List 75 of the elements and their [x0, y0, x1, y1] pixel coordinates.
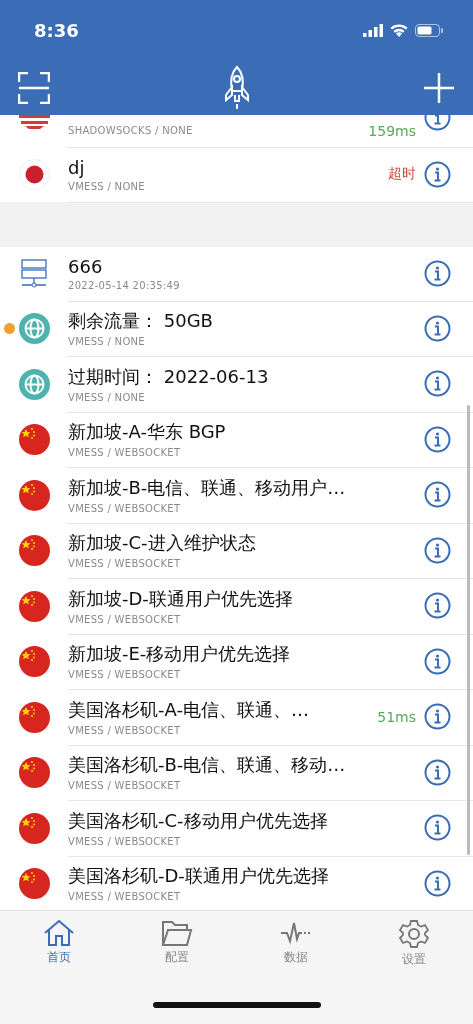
- globe-icon: [18, 368, 50, 400]
- info-icon[interactable]: [424, 260, 451, 287]
- latency-label: 159ms: [368, 122, 416, 139]
- server-protocol: VMESS / WEBSOCKET: [68, 447, 182, 459]
- info-icon[interactable]: [424, 425, 451, 453]
- tab-item[interactable]: 设置: [354, 919, 473, 968]
- status-time: 8:36: [34, 19, 79, 41]
- info-icon[interactable]: [424, 869, 451, 897]
- info-icon[interactable]: [424, 115, 451, 131]
- server-protocol: VMESS / NONE: [68, 391, 146, 403]
- info-icon[interactable]: [424, 814, 451, 842]
- server-name[interactable]: 新加坡-D-联通用户优先选择: [68, 586, 424, 611]
- signal-icon: [363, 23, 383, 37]
- battery-icon: [415, 23, 443, 37]
- flag-icon: [18, 479, 50, 511]
- tab-item[interactable]: 配置: [118, 919, 237, 968]
- info-icon[interactable]: [424, 592, 451, 620]
- server-protocol: VMESS / WEBSOCKET: [68, 669, 182, 681]
- flag-icon: [18, 159, 50, 190]
- latency-label: 超时: [388, 165, 416, 183]
- info-icon[interactable]: [424, 314, 451, 342]
- tab-item[interactable]: 数据: [236, 919, 355, 968]
- wifi-icon: [390, 23, 408, 37]
- info-icon[interactable]: [424, 536, 451, 564]
- flag-icon: [18, 757, 50, 789]
- folder-icon: [161, 919, 194, 947]
- flag-icon: [18, 701, 50, 733]
- server-name[interactable]: 美国洛杉矶-D-联通用户优先选择: [68, 864, 424, 889]
- server-name[interactable]: 美国洛杉矶-A-电信、联通、…: [68, 697, 378, 722]
- server-name[interactable]: 美国洛杉矶-B-电信、联通、移动…: [68, 753, 424, 778]
- server-protocol: VMESS / WEBSOCKET: [68, 502, 182, 514]
- server-protocol: VMESS / WEBSOCKET: [68, 891, 182, 903]
- flag-icon: [18, 812, 50, 844]
- flag-icon: [18, 424, 50, 456]
- server-name[interactable]: 新加坡-A-华东 BGP: [68, 420, 424, 445]
- server-protocol: VMESS / WEBSOCKET: [68, 780, 182, 792]
- scan-icon[interactable]: [18, 71, 50, 104]
- info-icon[interactable]: [424, 647, 451, 675]
- server-protocol: VMESS / NONE: [68, 180, 146, 192]
- add-icon[interactable]: [423, 71, 455, 104]
- home-icon: [43, 919, 76, 947]
- subscription-date: 2022-05-14 20:35:49: [68, 280, 181, 291]
- server-protocol: VMESS / WEBSOCKET: [68, 835, 182, 847]
- server-protocol: VMESS / NONE: [68, 336, 146, 348]
- server-protocol: SHADOWSOCKS / NONE: [68, 125, 194, 136]
- server-row[interactable]: 过期时间： 2022-06-13 VMESS / NONE: [0, 356, 473, 412]
- server-icon: [20, 259, 48, 289]
- flag-icon: [18, 535, 50, 567]
- flag-icon: [18, 868, 50, 900]
- globe-icon: [18, 313, 50, 345]
- server-row[interactable]: SHADOWSOCKS / NONE 159ms: [0, 115, 473, 147]
- server-name[interactable]: 新加坡-C-进入维护状态: [68, 531, 424, 556]
- latency-label: 51ms: [377, 708, 416, 725]
- info-icon[interactable]: [424, 481, 451, 509]
- flag-icon: [18, 646, 50, 678]
- subscription-title: 666: [68, 256, 104, 277]
- info-icon[interactable]: [424, 370, 451, 398]
- server-protocol: VMESS / WEBSOCKET: [68, 613, 182, 625]
- settings-icon: [397, 919, 430, 949]
- info-icon[interactable]: [424, 160, 451, 188]
- info-icon[interactable]: [424, 703, 451, 731]
- tab-item[interactable]: 首页: [0, 919, 119, 968]
- flag-icon: [18, 590, 50, 622]
- server-name[interactable]: 新加坡-B-电信、联通、移动用户…: [68, 475, 424, 500]
- server-name[interactable]: 新加坡-E-移动用户优先选择: [68, 642, 424, 667]
- server-name[interactable]: 过期时间： 2022-06-13: [68, 364, 424, 389]
- info-icon[interactable]: [424, 758, 451, 786]
- server-row[interactable]: dj VMESS / NONE 超时: [0, 147, 473, 202]
- server-protocol: VMESS / WEBSOCKET: [68, 558, 182, 570]
- server-name[interactable]: 剩余流量： 50GB: [68, 309, 424, 334]
- server-name[interactable]: dj: [68, 156, 388, 178]
- flag-icon: [18, 115, 50, 129]
- server-protocol: VMESS / WEBSOCKET: [68, 724, 182, 736]
- server-name[interactable]: 美国洛杉矶-C-移动用户优先选择: [68, 808, 424, 833]
- server-row[interactable]: 剩余流量： 50GB VMESS / NONE: [0, 301, 473, 357]
